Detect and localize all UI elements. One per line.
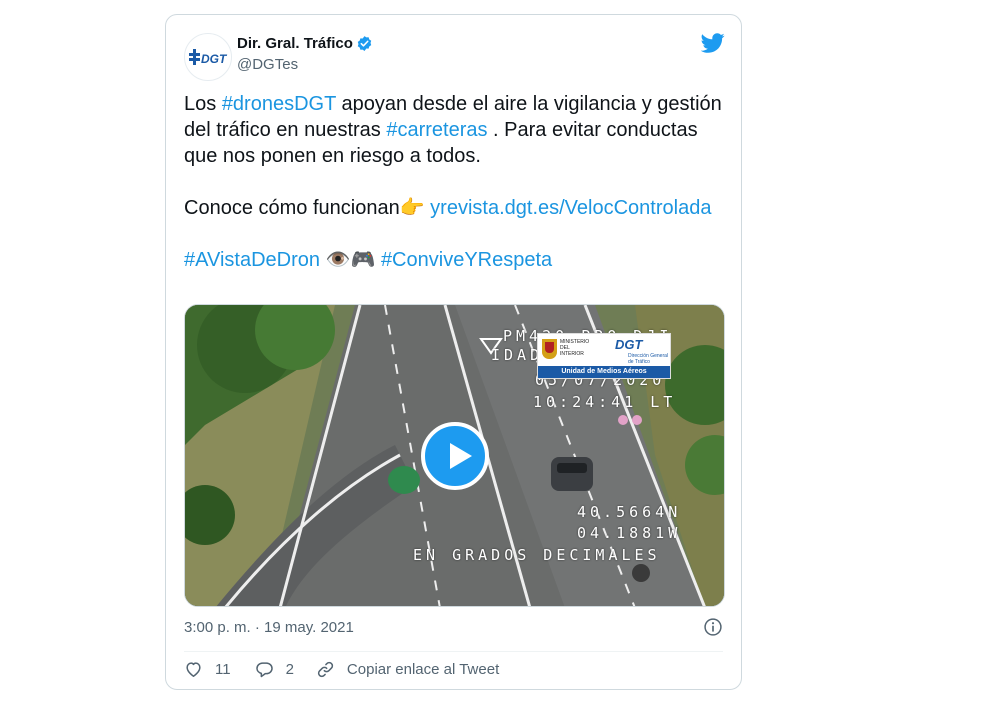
tweet-actions: 11 2 Copiar enlace al Tweet bbox=[184, 660, 499, 679]
verified-badge-icon bbox=[357, 36, 372, 51]
coat-of-arms-icon bbox=[542, 339, 557, 359]
play-icon[interactable] bbox=[421, 422, 489, 490]
osd-units: EN GRADOS DECIMALES bbox=[413, 546, 661, 564]
text-segment: Conoce cómo funcionan bbox=[184, 197, 400, 219]
osd-latitude: 40.5664N bbox=[577, 503, 682, 521]
tweet-card[interactable]: DGT Dir. Gral. Tráfico @DGTes Los #drone… bbox=[165, 14, 742, 690]
heart-icon bbox=[186, 662, 201, 677]
avatar-text: DGT bbox=[201, 52, 228, 66]
reply-bubble-icon bbox=[255, 662, 273, 678]
reply-button[interactable]: 2 bbox=[255, 660, 294, 679]
hashtag-carreteras-link[interactable]: #carreteras bbox=[386, 119, 487, 141]
divider bbox=[184, 651, 723, 652]
handle[interactable]: @DGTes bbox=[237, 56, 298, 73]
osd-time: 10:24:41 LT bbox=[533, 393, 677, 411]
tweet-paragraph-1: Los #dronesDGT apoyan desde el aire la v… bbox=[184, 91, 724, 169]
eye-gamepad-emoji-icon: 👁️🎮 bbox=[325, 249, 376, 271]
twitter-bird-icon[interactable] bbox=[701, 31, 725, 55]
pointing-hand-emoji-icon: 👉 bbox=[399, 197, 425, 219]
display-name[interactable]: Dir. Gral. Tráfico bbox=[237, 35, 353, 52]
copy-link-button[interactable]: Copiar enlace al Tweet bbox=[316, 660, 499, 679]
badge-unit-label: Unidad de Medios Aéreos bbox=[538, 366, 670, 378]
tweet-paragraph-3: #AVistaDeDron 👁️🎮 #ConviveYRespeta bbox=[184, 247, 724, 273]
info-icon[interactable] bbox=[703, 617, 723, 637]
like-button[interactable]: 11 bbox=[184, 660, 231, 679]
tweet-timestamp[interactable]: 3:00 p. m. · 19 may. 2021 bbox=[184, 619, 354, 636]
hashtag-avistadedron-link[interactable]: #AVistaDeDron bbox=[184, 249, 320, 271]
copy-link-label: Copiar enlace al Tweet bbox=[346, 661, 500, 678]
video-player[interactable]: PM420 PRO DJI IDAD AEREA SJ 05/07/2020 1… bbox=[184, 304, 725, 607]
tweet-text: Los #dronesDGT apoyan desde el aire la v… bbox=[184, 91, 724, 273]
osd-longitude: 04.1881W bbox=[577, 524, 682, 542]
badge-dgt-subtitle: Dirección General de Tráfico bbox=[628, 353, 669, 365]
link-icon bbox=[317, 661, 334, 678]
unit-logo-badge: MINISTERIO DEL INTERIOR DGT Dirección Ge… bbox=[537, 333, 671, 379]
badge-dgt-label: DGT bbox=[615, 337, 643, 352]
reply-count: 2 bbox=[285, 661, 294, 678]
ministry-label: MINISTERIO DEL INTERIOR bbox=[560, 339, 590, 357]
avatar[interactable]: DGT bbox=[184, 33, 232, 81]
dgt-logo-icon: DGT bbox=[189, 49, 228, 66]
text-segment: Los bbox=[184, 93, 222, 115]
hashtag-dronesdgt-link[interactable]: #dronesDGT bbox=[222, 93, 336, 115]
author-name-row[interactable]: Dir. Gral. Tráfico bbox=[237, 35, 373, 52]
like-count: 11 bbox=[215, 661, 231, 678]
tweet-paragraph-2: Conoce cómo funcionan👉 yrevista.dgt.es/V… bbox=[184, 195, 724, 221]
hashtag-conviveyrespeta-link[interactable]: #ConviveYRespeta bbox=[381, 249, 552, 271]
article-link[interactable]: yrevista.dgt.es/VelocControlada bbox=[430, 197, 711, 219]
